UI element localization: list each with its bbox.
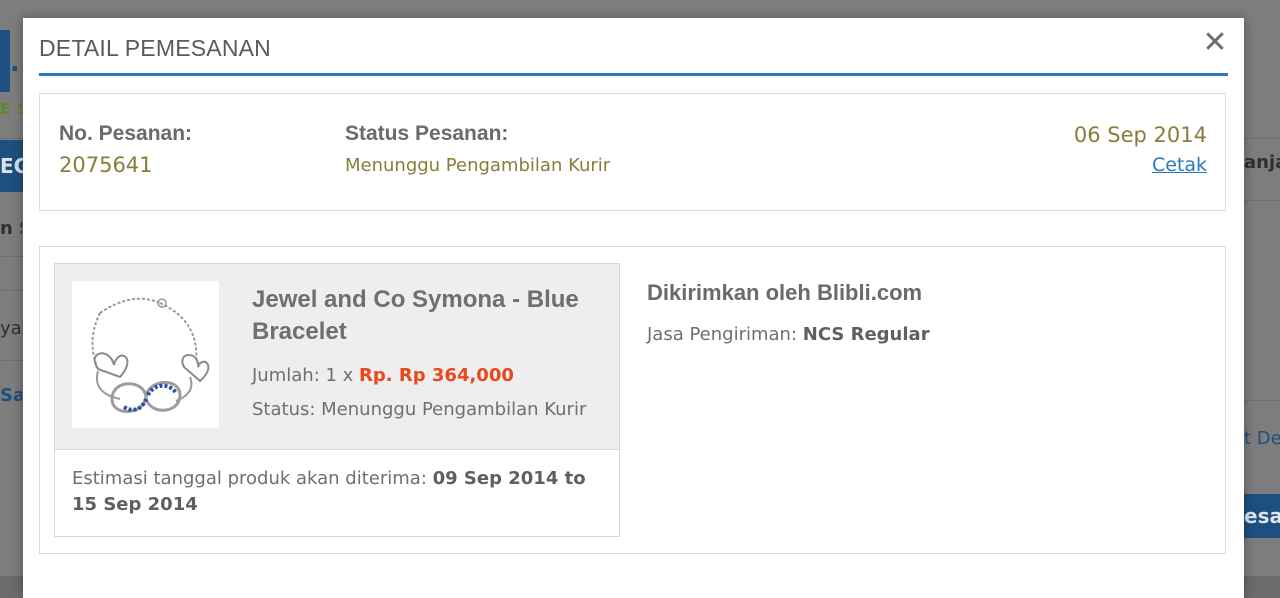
product-status-value: Menunggu Pengambilan Kurir [321,399,587,420]
order-date: 06 Sep 2014 [1073,123,1207,147]
bg-link-fragment: t De [1244,428,1280,449]
bg-divider [0,138,23,139]
order-detail-modal: DETAIL PEMESANAN ✕ No. Pesanan: 2075641 … [23,18,1244,598]
close-icon[interactable]: ✕ [1200,28,1230,58]
print-link[interactable]: Cetak [1152,154,1207,176]
bg-text-fragment: ya [0,318,22,339]
bg-text-fragment: anja [1244,152,1280,173]
shipping-title: Dikirimkan oleh Blibli.com [647,280,923,305]
bg-divider [1244,200,1280,201]
quantity-label: Jumlah: 1 x [252,365,360,386]
bg-divider [0,256,23,257]
site-logo [0,30,10,92]
bg-divider [0,360,23,361]
site-logo-dot: . [10,48,20,78]
bg-order-button: esar [1244,494,1280,538]
courier-label: Jasa Pengiriman: [647,324,803,345]
courier-value: NCS Regular [802,324,930,345]
bg-divider [1244,138,1280,139]
order-status-value: Menunggu Pengambilan Kurir [345,155,611,176]
shipping-courier: Jasa Pengiriman: NCS Regular [647,324,930,345]
product-status-label: Status: [252,399,322,420]
product-name[interactable]: Jewel and Co Symona - Blue Bracelet [252,284,602,348]
product-status: Status: Menunggu Pengambilan Kurir [252,399,586,420]
order-number-value: 2075641 [59,153,153,177]
order-number-label: No. Pesanan: [59,122,193,145]
bg-link-fragment: Say [0,385,22,406]
estimate-label: Estimasi tanggal produk akan diterima: [72,468,433,489]
order-summary-box: No. Pesanan: 2075641 Status Pesanan: Men… [39,93,1226,211]
product-price: Rp. Rp 364,000 [359,365,514,386]
modal-title: DETAIL PEMESANAN [39,35,271,61]
product-image[interactable] [72,281,219,428]
bg-divider [1244,400,1280,401]
order-items-box: Jewel and Co Symona - Blue Bracelet Juml… [39,246,1226,554]
bg-divider [0,290,23,291]
delivery-estimate: Estimasi tanggal produk akan diterima: 0… [72,466,612,518]
bracelet-image [91,297,210,413]
bg-text-fragment: n S [0,218,22,239]
bg-category-tab: EG [0,140,24,192]
product-quantity: Jumlah: 1 x Rp. Rp 364,000 [252,365,514,386]
title-divider [39,73,1228,76]
order-status-label: Status Pesanan: [345,122,509,145]
product-card: Jewel and Co Symona - Blue Bracelet Juml… [54,263,620,537]
product-info-panel: Jewel and Co Symona - Blue Bracelet Juml… [55,264,619,450]
